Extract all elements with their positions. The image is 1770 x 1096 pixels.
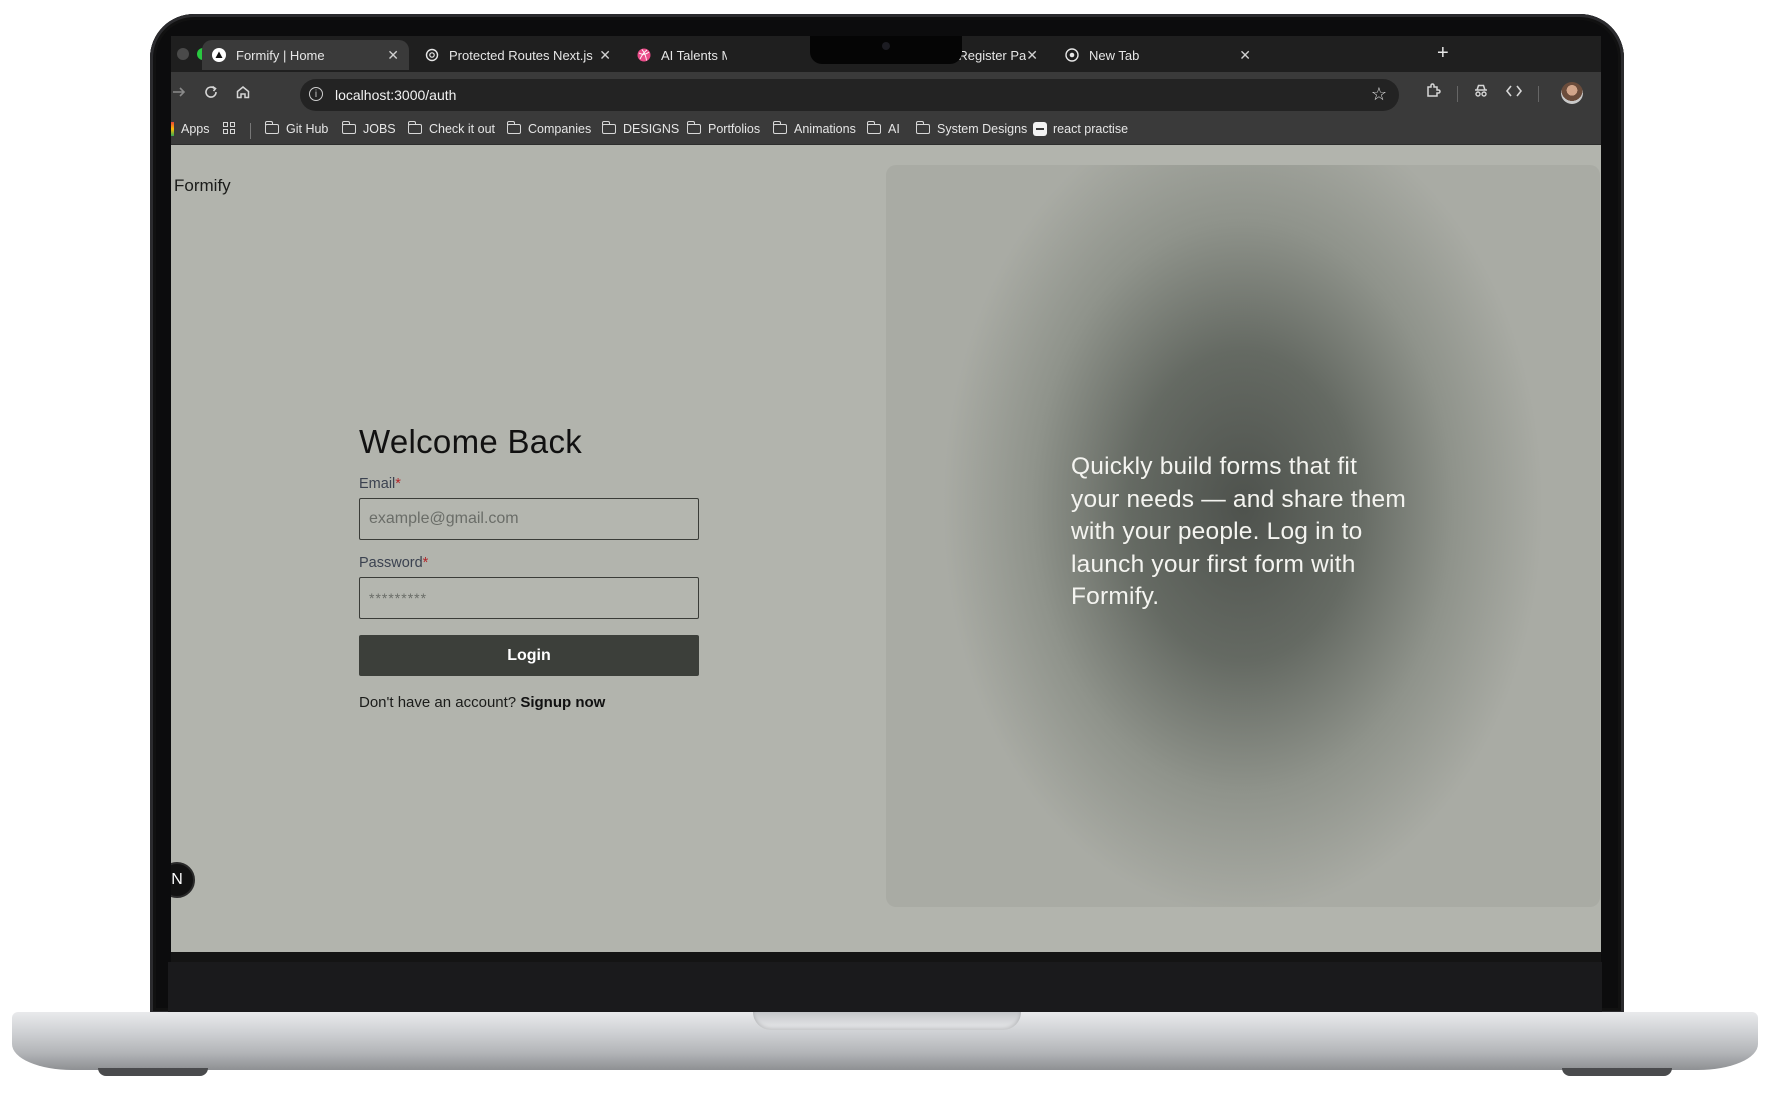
tab-new-tab[interactable]: New Tab ✕	[1055, 40, 1261, 70]
openai-icon	[425, 48, 439, 62]
folder-icon	[866, 121, 881, 134]
tab-title: AI Talents Mc	[661, 47, 727, 63]
bookmarks-bar: Apps Git Hub JOBS Check it out Companies…	[171, 116, 1601, 145]
site-info-icon[interactable]: i	[309, 87, 323, 101]
tab-title: Protected Routes Next.js	[449, 47, 593, 63]
tab-title: New Tab	[1089, 47, 1140, 63]
password-field[interactable]: *********	[359, 577, 699, 619]
triangle-icon	[212, 48, 226, 62]
folder-icon	[601, 121, 616, 134]
new-tab-button[interactable]: +	[1437, 42, 1449, 65]
bookmark-star-icon[interactable]: ☆	[1371, 84, 1387, 105]
close-icon[interactable]: ✕	[1026, 47, 1038, 64]
browser-toolbar: i localhost:3000/auth ☆	[171, 72, 1601, 116]
profile-avatar[interactable]	[1561, 82, 1583, 104]
bookmark-folder[interactable]: Git Hub	[264, 121, 328, 136]
toolbar-divider	[1538, 86, 1539, 102]
folder-icon	[686, 121, 701, 134]
close-icon[interactable]: ✕	[387, 47, 399, 64]
required-mark: *	[422, 555, 429, 571]
reload-icon[interactable]	[203, 84, 219, 105]
folder-icon	[915, 121, 930, 134]
tab-title: Formify | Home	[236, 47, 325, 63]
bookmark-folder[interactable]: JOBS	[341, 121, 396, 136]
bookmark-apps[interactable]: Apps	[171, 122, 210, 136]
email-placeholder: example@gmail.com	[369, 510, 519, 527]
hero-panel: Quickly build forms that fit your needs …	[886, 165, 1600, 907]
bookmark-folder[interactable]: Check it out	[407, 121, 495, 136]
toolbar-divider	[1457, 86, 1458, 102]
camera-icon	[882, 42, 890, 50]
bookmarks-divider	[250, 123, 251, 139]
tab-formify-home[interactable]: Formify | Home ✕	[202, 40, 409, 70]
url-text: localhost:3000/auth	[335, 87, 457, 103]
password-label: Password*	[359, 555, 429, 571]
folder-icon	[772, 121, 787, 134]
extensions-icon[interactable]	[1424, 82, 1442, 105]
chrome-icon	[1065, 48, 1079, 62]
brand-logo[interactable]: Formify	[174, 176, 231, 196]
folder-icon	[506, 121, 521, 134]
screen: Formify | Home ✕ Protected Routes Next.j…	[171, 36, 1601, 962]
camera-notch	[810, 36, 962, 64]
hero-tagline: Quickly build forms that fit your needs …	[1071, 453, 1406, 610]
email-label: Email*	[359, 476, 401, 492]
close-icon[interactable]: ✕	[1239, 47, 1251, 64]
nextjs-dev-indicator[interactable]: N	[171, 862, 195, 898]
password-placeholder: *********	[369, 590, 428, 606]
signup-link[interactable]: Signup now	[520, 694, 605, 711]
screen-bottom-edge	[171, 952, 1601, 962]
signup-prompt: Don't have an account? Signup now	[359, 694, 606, 711]
bookmark-folder[interactable]: Portfolios	[686, 121, 760, 136]
window-minimize-button[interactable]	[177, 48, 189, 60]
apps-icon	[171, 122, 174, 136]
home-icon[interactable]	[235, 84, 251, 105]
forward-icon[interactable]	[171, 84, 187, 105]
laptop-foot	[98, 1068, 208, 1076]
bookmark-page-icon	[1033, 122, 1047, 136]
laptop-hinge-notch	[753, 1012, 1021, 1030]
bookmark-folder[interactable]: Animations	[772, 121, 856, 136]
bookmark-folder[interactable]: DESIGNS	[601, 121, 679, 136]
auth-page: Formify Welcome Back Email* example@gmai…	[171, 145, 1601, 952]
bookmark-folder[interactable]: System Designs	[915, 121, 1027, 136]
login-form: Welcome Back Email* example@gmail.com Pa…	[359, 423, 699, 711]
page-title: Welcome Back	[359, 423, 583, 460]
bookmark-folder[interactable]: Companies	[506, 121, 591, 136]
app-grid-icon[interactable]	[223, 122, 235, 134]
folder-icon	[341, 121, 356, 134]
bookmark-react-practise[interactable]: react practise	[1033, 122, 1128, 136]
folder-icon	[264, 121, 279, 134]
devtools-code-icon[interactable]	[1505, 82, 1523, 105]
login-button[interactable]: Login	[359, 635, 699, 676]
tab-protected-routes[interactable]: Protected Routes Next.js ✕	[415, 40, 621, 70]
laptop-bezel	[168, 962, 1602, 1014]
email-field[interactable]: example@gmail.com	[359, 498, 699, 540]
address-bar[interactable]: i localhost:3000/auth ☆	[300, 79, 1399, 111]
folder-icon	[407, 121, 422, 134]
dribbble-icon	[637, 48, 651, 62]
incognito-icon[interactable]	[1472, 82, 1490, 105]
required-mark: *	[395, 476, 401, 492]
close-icon[interactable]: ✕	[599, 47, 611, 64]
tab-ai-talents[interactable]: AI Talents Mc	[627, 40, 737, 70]
laptop-foot	[1562, 1068, 1672, 1076]
bookmark-folder[interactable]: AI	[866, 121, 900, 136]
